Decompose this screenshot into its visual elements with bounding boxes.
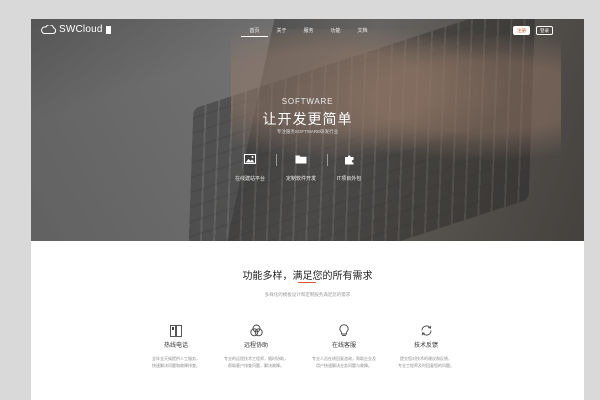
service-name: 远程协助 [243, 343, 268, 349]
online-support-icon [304, 324, 384, 337]
site-logo[interactable]: SWCloud [41, 24, 111, 35]
feature-it-outsourcing[interactable]: IT项目外包 [319, 152, 379, 182]
desc-line: 专业工程师及时回复您的问题。 [398, 363, 454, 368]
feature-label: IT项目外包 [336, 176, 362, 182]
section-title: 功能多样，满足您的所有需求 [242, 271, 373, 282]
puzzle-icon [319, 152, 379, 166]
section-subtitle: 多样化的模板设计和定制服务满足您的需求 [264, 292, 351, 297]
nav-item-home[interactable]: 首页 [241, 27, 268, 37]
browser-page: SWCloud 首页 关于 服务 功能 文档 注册 登录 SOFTWARE 让开… [31, 19, 584, 400]
desc-line: 提交您对技术的建议和反馈， [400, 356, 452, 361]
hero-features: 在线建站平台 定制软件开发 IT项目外包 [31, 152, 584, 192]
logo-mark [105, 25, 111, 34]
service-remote-assist[interactable]: 远程协助 专业的远程技术工程师，随时协助， 帮助客户排查问题，解决故障。 [216, 324, 296, 369]
cloud-icon [41, 25, 57, 34]
desc-line: 专业人员在线回复咨询，帮助企业及 [312, 356, 376, 361]
nav-item-about[interactable]: 关于 [268, 27, 295, 37]
signup-button[interactable]: 注册 [513, 26, 530, 35]
service-description: 专业人员在线回复咨询，帮助企业及 用户快速解决业务问题与故障。 [304, 355, 384, 369]
service-online-support[interactable]: 在线客服 专业人员在线回复咨询，帮助企业及 用户快速解决业务问题与故障。 [304, 324, 384, 369]
service-name: 技术反馈 [413, 343, 438, 349]
service-hotline[interactable]: 热线电话 全年全天候提供人工服务， 快速解决问题和故障排查。 [136, 324, 216, 369]
nav-item-docs[interactable]: 文档 [349, 27, 376, 37]
hero-kicker: SOFTWARE [281, 97, 334, 106]
main-nav: 首页 关于 服务 功能 文档 [241, 27, 376, 37]
hero-banner: SWCloud 首页 关于 服务 功能 文档 注册 登录 SOFTWARE 让开… [31, 19, 584, 241]
login-button[interactable]: 登录 [536, 26, 553, 35]
desc-line: 快速解决问题和故障排查。 [152, 363, 200, 368]
service-description: 专业的远程技术工程师，随时协助， 帮助客户排查问题，解决故障。 [216, 355, 296, 369]
service-description: 提交您对技术的建议和反馈， 专业工程师及时回复您的问题。 [386, 355, 466, 369]
hotline-icon [136, 324, 216, 337]
service-name: 热线电话 [163, 343, 188, 349]
hero-subtitle: 专注服务SOFTWARE研发行业 [276, 129, 339, 134]
desc-line: 用户快速解决业务问题与故障。 [316, 363, 372, 368]
desc-line: 专业的远程技术工程师，随时协助， [224, 356, 288, 361]
service-name: 在线客服 [331, 343, 356, 349]
feedback-icon [386, 324, 466, 337]
nav-item-services[interactable]: 服务 [295, 27, 322, 37]
logo-text: SWCloud [59, 24, 103, 35]
hero-title: 让开发更简单 [262, 111, 353, 127]
desc-line: 帮助客户排查问题，解决故障。 [228, 363, 284, 368]
service-description: 全年全天候提供人工服务， 快速解决问题和故障排查。 [136, 355, 216, 369]
section-accent-line [298, 282, 316, 283]
nav-item-features[interactable]: 功能 [322, 27, 349, 37]
remote-assist-icon [216, 324, 296, 337]
desc-line: 全年全天候提供人工服务， [152, 356, 200, 361]
service-feedback[interactable]: 技术反馈 提交您对技术的建议和反馈， 专业工程师及时回复您的问题。 [386, 324, 466, 369]
